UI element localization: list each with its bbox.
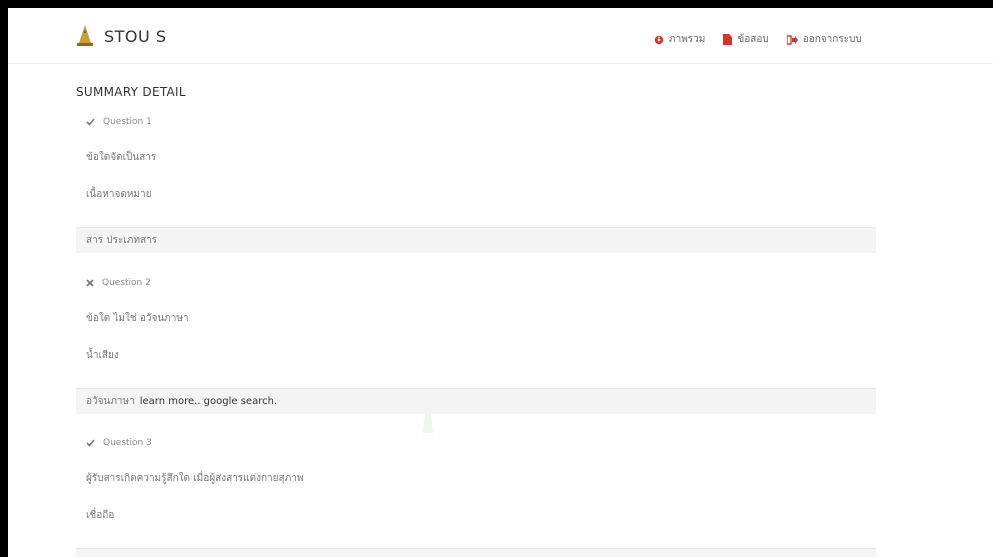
answer-bar: อวัจนภาษา learn more.. google search. <box>76 388 876 414</box>
learn-more-link[interactable]: learn more.. google search. <box>140 396 277 407</box>
nav-item-overview[interactable]: ภาพรวม <box>654 32 705 47</box>
question-card-1: Question 1 ข้อใดจัดเป็นสาร เนื้อหาจดหมาย <box>76 112 876 227</box>
page: STOU S ภาพรวม ข้อสอบ ออกจากระบบ SUMMARY … <box>8 8 993 557</box>
cross-icon <box>86 279 94 287</box>
question-header: Question 3 <box>86 438 152 448</box>
page-title: SUMMARY DETAIL <box>76 85 186 99</box>
sign-out-icon <box>786 34 798 45</box>
question-text: ข้อใด ไม่ใช่ อวัจนภาษา <box>86 313 189 324</box>
question-title: Question 2 <box>102 278 151 288</box>
answer-bar <box>76 548 876 557</box>
question-header: Question 2 <box>86 278 151 288</box>
question-card-3: Question 3 ผู้รับสารเกิดความรู้สึกใด เมื… <box>76 433 876 548</box>
question-title: Question 3 <box>103 438 152 448</box>
question-text: ข้อใดจัดเป็นสาร <box>86 152 157 163</box>
nav-item-label: ภาพรวม <box>669 34 706 45</box>
question-title: Question 1 <box>103 117 152 127</box>
question-card-2: Question 2 ข้อใด ไม่ใช่ อวัจนภาษา น้ำเสี… <box>76 273 876 388</box>
choice-text: น้ำเสียง <box>86 350 119 361</box>
stou-logo-icon <box>77 25 93 46</box>
nav-item-label: ข้อสอบ <box>737 34 769 45</box>
brand[interactable]: STOU S <box>76 24 166 48</box>
answer-text: สาร ประเภทสาร <box>86 235 158 246</box>
question-text: ผู้รับสารเกิดความรู้สึกใด เมื่อผู้ส่งสาร… <box>86 473 304 484</box>
top-navbar: STOU S ภาพรวม ข้อสอบ ออกจากระบบ <box>8 8 993 64</box>
nav-item-logout[interactable]: ออกจากระบบ <box>786 32 862 47</box>
brand-name: STOU S <box>104 26 167 46</box>
file-icon <box>723 34 733 45</box>
nav-item-exams[interactable]: ข้อสอบ <box>723 32 769 47</box>
nav-item-label: ออกจากระบบ <box>802 34 862 45</box>
choice-text: เนื้อหาจดหมาย <box>86 189 152 200</box>
check-icon <box>86 439 95 447</box>
answer-text: อวัจนภาษา <box>86 396 135 407</box>
nav-links: ภาพรวม ข้อสอบ ออกจากระบบ <box>654 32 862 47</box>
dashboard-icon <box>654 35 664 44</box>
check-icon <box>86 118 95 126</box>
question-header: Question 1 <box>86 117 152 127</box>
answer-bar: สาร ประเภทสาร <box>76 227 876 253</box>
choice-text: เชื่อถือ <box>86 510 115 521</box>
